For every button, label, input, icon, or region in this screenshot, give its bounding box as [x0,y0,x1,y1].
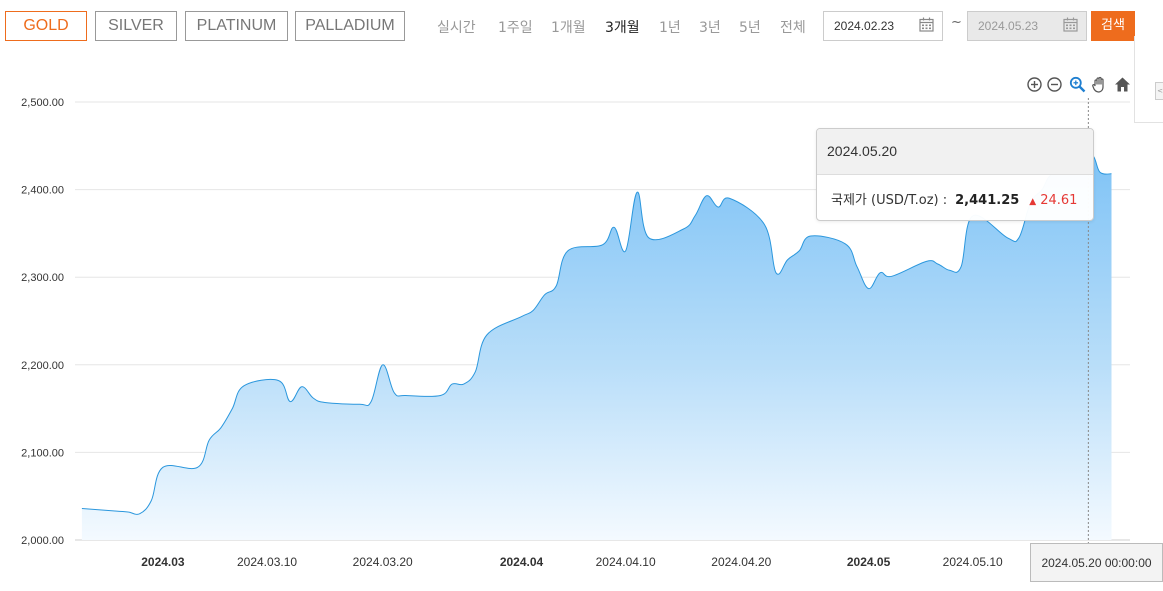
tooltip-row: 국제가 (USD/T.oz) : 2,441.25 ▲ 24.61 [831,189,1077,208]
up-arrow-icon: ▲ [1029,197,1037,207]
x-tick-label: 2024.05 [847,555,891,569]
x-tick-label: 2024.04.10 [596,555,656,569]
y-tick-label: 2,400.00 [21,185,64,197]
tooltip-date: 2024.05.20 [817,129,1093,175]
tooltip-change: 24.61 [1040,193,1078,208]
x-tick-label: 2024.05.10 [943,555,1003,569]
x-tick-label: 2024.04 [500,555,544,569]
x-tick-label: 2024.04.20 [711,555,771,569]
x-tick-label: 2024.03 [141,555,185,569]
y-tick-label: 2,200.00 [21,360,64,372]
x-tick-label: 2024.03.10 [237,555,297,569]
y-tick-label: 2,500.00 [21,97,64,109]
tooltip-label: 국제가 (USD/T.oz) : [831,193,948,208]
gold-price-chart: 2,500.00 2,400.00 2,300.00 2,200.00 2,100.00… [21,97,1130,569]
y-tick-label: 2,100.00 [21,447,64,459]
y-tick-label: 2,300.00 [21,272,64,284]
y-tick-label: 2,000.00 [21,535,64,547]
tooltip-price: 2,441.25 [955,193,1020,208]
x-tick-label: 2024.03.20 [353,555,413,569]
crosshair-date-label: 2024.05.20 00:00:00 [1030,543,1163,582]
price-tooltip: 2024.05.20 국제가 (USD/T.oz) : 2,441.25 ▲ 24.6… [816,128,1094,221]
